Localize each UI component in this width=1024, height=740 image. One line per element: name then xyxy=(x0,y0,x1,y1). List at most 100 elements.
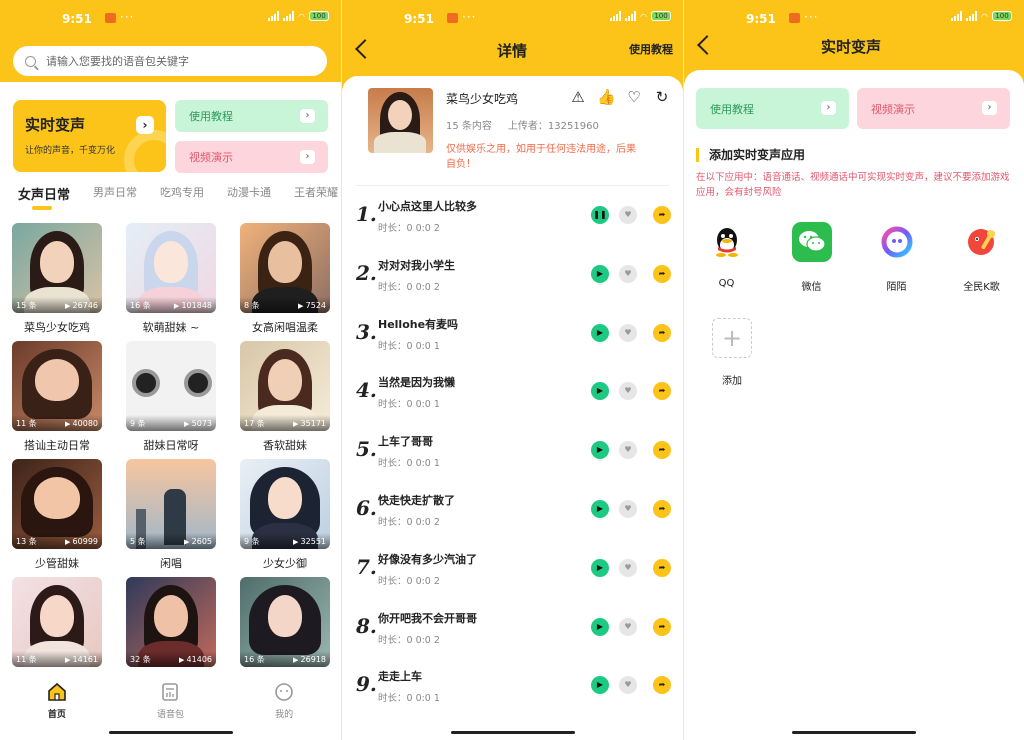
track-name: 对对对我小学生 xyxy=(378,258,455,272)
share-icon[interactable]: ➦ xyxy=(653,617,671,636)
tab-anime[interactable]: 动漫卡通 xyxy=(227,184,271,203)
status-right: ◠ 100 xyxy=(610,11,671,21)
share-icon[interactable]: ➦ xyxy=(653,264,671,283)
tutorial-button[interactable]: 使用教程 › xyxy=(696,88,849,129)
list-item[interactable]: 9. 走走上车 时长：0 0:0 1 ▶ ♥ ➦ xyxy=(356,656,671,715)
play-icon[interactable]: ▶ xyxy=(591,382,609,401)
share-icon[interactable]: ➦ xyxy=(653,382,671,401)
list-item[interactable]: 6. 快走快走扩散了 时长：0 0:0 2 ▶ ♥ ➦ xyxy=(356,480,671,539)
play-icon[interactable]: ▶ xyxy=(591,676,609,695)
tutorial-label: 使用教程 xyxy=(710,102,754,116)
voice-pack-card[interactable]: 17 条 35171 香软甜妹 xyxy=(240,341,330,459)
voice-pack-card[interactable]: 11 条 40080 搭讪主动日常 xyxy=(12,341,102,459)
tutorial-link[interactable]: 使用教程 xyxy=(629,41,673,57)
tab-pubg[interactable]: 吃鸡专用 xyxy=(160,184,204,203)
voice-pack-card[interactable]: 13 条 60999 少管甜妹 xyxy=(12,459,102,577)
section-title: 添加实时变声应用 xyxy=(696,148,805,162)
heart-icon[interactable]: ♥ xyxy=(619,676,637,695)
share-icon[interactable]: ➦ xyxy=(653,441,671,460)
report-icon[interactable]: ⚠ xyxy=(569,88,587,106)
voice-pack-card[interactable]: 5 条 2605 闲唱 xyxy=(126,459,216,577)
voice-pack-thumbnail: 9 条 5073 xyxy=(126,341,216,431)
heart-icon[interactable]: ♡ xyxy=(625,88,643,106)
pack-plays: 32551 xyxy=(293,537,326,546)
heart-icon[interactable]: ♥ xyxy=(619,323,637,342)
app-wechat[interactable]: 微信 xyxy=(780,222,844,293)
heart-icon[interactable]: ♥ xyxy=(619,441,637,460)
detail-screen: 9:51 ··· ◠ 100 详情 使用教程 菜鸟少女吃鸡 15 条内容 上传者… xyxy=(342,0,683,740)
wifi-icon: ◠ xyxy=(981,11,988,21)
pack-count: 9 条 xyxy=(244,536,260,546)
share-icon[interactable]: ➦ xyxy=(653,499,671,518)
app-qq[interactable]: QQ xyxy=(695,222,759,293)
play-icon[interactable]: ▶ xyxy=(591,441,609,460)
app-list: QQ 微信 陌陌 全民K歌 xyxy=(684,222,1024,293)
voice-pack-thumbnail: 17 条 35171 xyxy=(240,341,330,431)
tab-female-daily[interactable]: 女声日常 xyxy=(18,184,70,210)
play-icon[interactable]: ▶ xyxy=(591,264,609,283)
pack-count: 32 条 xyxy=(130,654,151,664)
play-icon[interactable]: ▶ xyxy=(591,499,609,518)
video-demo-button[interactable]: 视频演示 › xyxy=(857,88,1010,129)
voice-pack-icon xyxy=(162,683,179,701)
track-duration: 时长：0 0:0 1 xyxy=(378,693,440,705)
nav-home[interactable]: 首页 xyxy=(27,682,87,740)
voice-pack-card[interactable]: 8 条 7524 女高闲唱温柔 xyxy=(240,223,330,341)
tab-honor-of-kings[interactable]: 王者荣耀 xyxy=(294,184,338,203)
realtime-screen: 9:51 ··· ◠ 100 实时变声 使用教程 › 视频演示 › 添加实时变声… xyxy=(684,0,1024,740)
pack-plays: 26746 xyxy=(65,301,98,310)
pack-name: 甜妹日常呀 xyxy=(143,439,199,452)
list-item[interactable]: 3. Hellohe有麦吗 时长：0 0:0 1 ▶ ♥ ➦ xyxy=(356,304,671,363)
pack-plays: 101848 xyxy=(174,301,212,310)
search-input[interactable]: 请输入您要找的语音包关键字 xyxy=(13,46,327,76)
app-label: QQ xyxy=(718,278,735,289)
heart-icon[interactable]: ♥ xyxy=(619,558,637,577)
voice-pack-card[interactable]: 15 条 26746 菜鸟少女吃鸡 xyxy=(12,223,102,341)
list-item[interactable]: 7. 好像没有多少汽油了 时长：0 0:0 2 ▶ ♥ ➦ xyxy=(356,539,671,598)
realtime-voice-banner[interactable]: 实时变声 让你的声音，千变万化 › xyxy=(13,100,166,172)
signal-icon-2 xyxy=(966,11,978,21)
chevron-right-icon: › xyxy=(982,101,997,115)
add-app-button[interactable]: + 添加 xyxy=(712,318,752,387)
voice-pack-thumbnail: 9 条 32551 xyxy=(240,459,330,549)
battery-icon: 100 xyxy=(992,11,1012,21)
share-icon[interactable]: ➦ xyxy=(653,323,671,342)
list-item[interactable]: 8. 你开吧我不会开哥哥 时长：0 0:0 2 ▶ ♥ ➦ xyxy=(356,598,671,657)
heart-icon[interactable]: ♥ xyxy=(619,206,637,224)
app-momo[interactable]: 陌陌 xyxy=(865,222,929,293)
heart-icon[interactable]: ♥ xyxy=(619,264,637,283)
voice-pack-card[interactable]: 9 条 32551 少女少御 xyxy=(240,459,330,577)
play-icon[interactable]: ▶ xyxy=(591,323,609,342)
list-item[interactable]: 1. 小心点这里人比较多 时长：0 0:0 2 ❚❚ ♥ ➦ xyxy=(356,186,671,245)
signal-icon xyxy=(951,11,963,21)
status-bar: 9:51 ··· ◠ 100 xyxy=(684,0,1024,36)
play-icon[interactable]: ▶ xyxy=(591,558,609,577)
voice-pack-card[interactable]: 9 条 5073 甜妹日常呀 xyxy=(126,341,216,459)
qq-icon xyxy=(707,222,747,262)
heart-icon[interactable]: ♥ xyxy=(619,617,637,636)
refresh-icon[interactable]: ↻ xyxy=(653,88,671,106)
share-icon[interactable]: ➦ xyxy=(653,676,671,695)
pack-count: 15 条内容 xyxy=(446,121,492,132)
tutorial-button[interactable]: 使用教程 › xyxy=(175,100,328,132)
heart-icon[interactable]: ♥ xyxy=(619,499,637,518)
thumbs-up-icon[interactable]: 👍 xyxy=(597,88,616,106)
home-icon xyxy=(48,682,66,701)
voice-pack-card[interactable]: 16 条 101848 软萌甜妹 ~ xyxy=(126,223,216,341)
list-item[interactable]: 4. 当然是因为我懒 时长：0 0:0 1 ▶ ♥ ➦ xyxy=(356,362,671,421)
voice-pack-thumbnail: 16 条 26918 xyxy=(240,577,330,667)
list-item[interactable]: 2. 对对对我小学生 时长：0 0:0 2 ▶ ♥ ➦ xyxy=(356,245,671,304)
share-icon[interactable]: ➦ xyxy=(653,558,671,577)
profile-icon xyxy=(275,683,293,701)
share-icon[interactable]: ➦ xyxy=(653,206,671,224)
app-kge[interactable]: 全民K歌 xyxy=(950,222,1014,293)
heart-icon[interactable]: ♥ xyxy=(619,382,637,401)
pause-icon[interactable]: ❚❚ xyxy=(591,206,609,224)
nav-profile[interactable]: 我的 xyxy=(254,682,314,740)
video-demo-button[interactable]: 视频演示 › xyxy=(175,141,328,173)
video-demo-label: 视频演示 xyxy=(189,151,233,164)
tab-male-daily[interactable]: 男声日常 xyxy=(93,184,137,203)
play-icon[interactable]: ▶ xyxy=(591,617,609,636)
list-item[interactable]: 5. 上车了哥哥 时长：0 0:0 1 ▶ ♥ ➦ xyxy=(356,421,671,480)
add-label: 添加 xyxy=(722,376,742,387)
